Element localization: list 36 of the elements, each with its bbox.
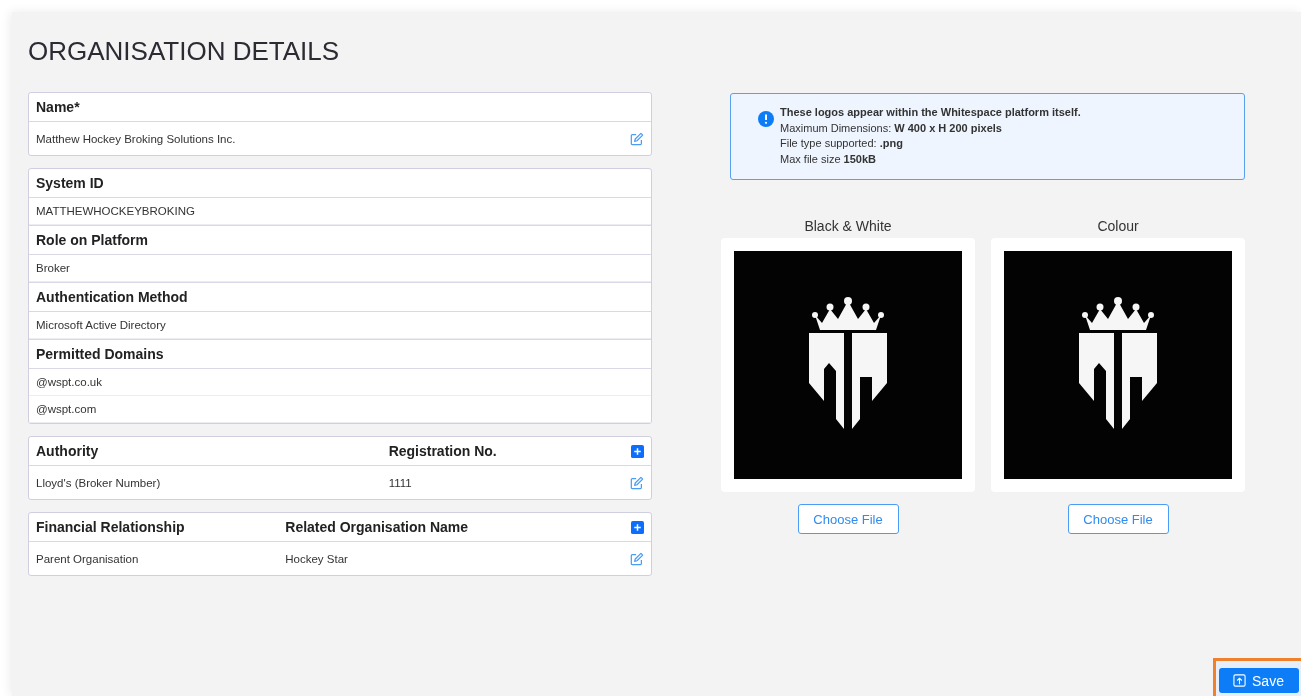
field-value: MATTHEWHOCKEYBROKING — [36, 205, 195, 217]
field-label: Permitted Domains — [36, 346, 164, 362]
upload-icon — [1233, 674, 1247, 687]
add-icon[interactable] — [631, 520, 644, 534]
info-text: Max file size 150kB — [780, 151, 877, 167]
field-label: System ID — [36, 175, 104, 191]
logo-label: Black & White — [804, 218, 892, 234]
table-cell-text: 1111 — [388, 476, 413, 489]
save-button[interactable]: Save — [1218, 668, 1299, 693]
info-text: Maximum Dimensions: W 400 x H 200 pixels — [780, 120, 1003, 136]
choose-file-button[interactable]: Choose File — [797, 504, 899, 534]
field-label: Name* — [36, 99, 80, 115]
edit-icon[interactable] — [630, 475, 644, 490]
field-value: @wspt.com — [36, 403, 97, 415]
choose-file-button[interactable]: Choose File — [1067, 504, 1169, 534]
edit-icon[interactable] — [630, 131, 644, 146]
page-title: ORGANISATION DETAILS — [28, 36, 341, 66]
field-value: @wspt.co.uk — [36, 376, 102, 388]
column-header: Registration No. — [388, 443, 498, 459]
field-value: Microsoft Active Directory — [36, 319, 166, 331]
logo-label: Colour — [1097, 218, 1139, 234]
field-value: Matthew Hockey Broking Solutions Inc. — [36, 132, 237, 145]
column-header: Authority — [36, 443, 100, 459]
table-cell-text: Parent Organisation — [36, 552, 140, 565]
info-text: File type supported: .png — [780, 136, 904, 151]
field-label: Authentication Method — [36, 289, 188, 305]
column-header: Financial Relationship — [36, 519, 186, 535]
info-heading: These logos appear within the Whitespace platform itself. — [780, 105, 1081, 120]
column-header: Related Organisation Name — [285, 519, 470, 535]
field-label: Role on Platform — [36, 232, 148, 248]
info-icon — [758, 111, 774, 127]
field-value: Broker — [36, 262, 70, 274]
table-cell-text: Lloyd's (Broker Number) — [36, 476, 162, 489]
add-icon[interactable] — [631, 444, 644, 458]
table-cell-text: Hockey Star — [285, 552, 349, 565]
edit-icon[interactable] — [630, 551, 644, 566]
